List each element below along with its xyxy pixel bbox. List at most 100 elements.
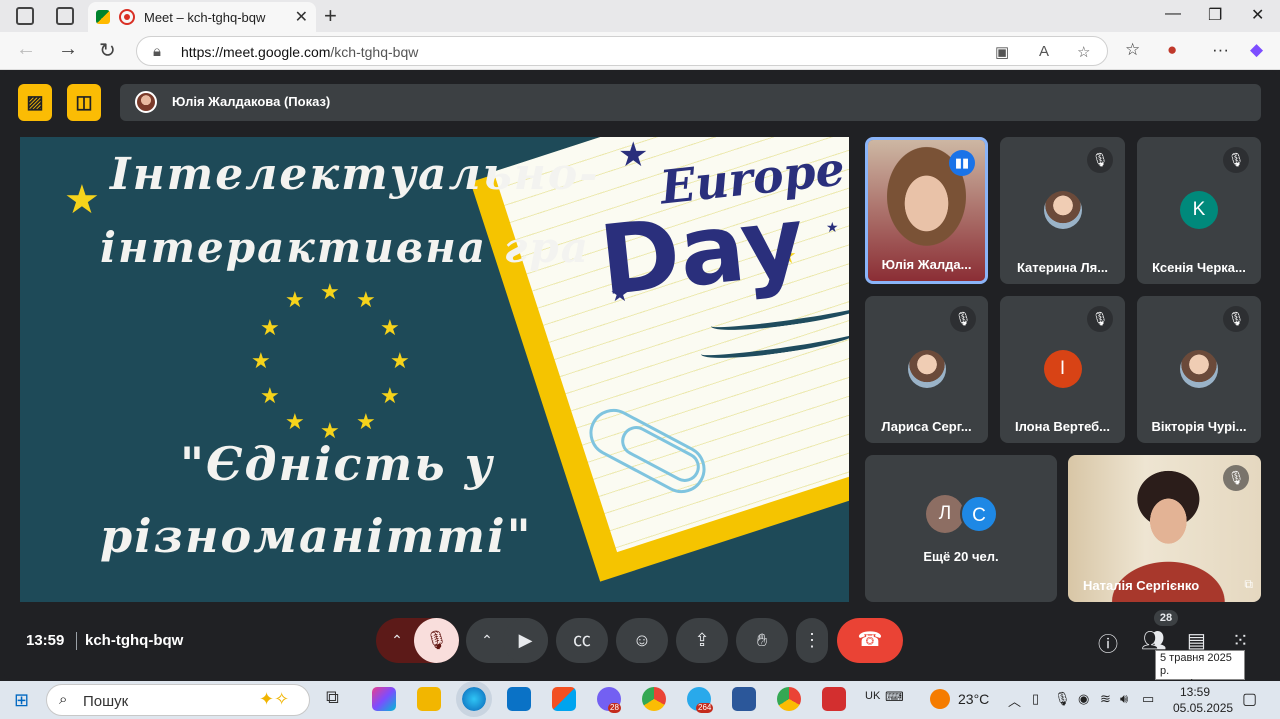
store-icon[interactable] [552,687,576,711]
emoji-icon: ☺ [632,630,652,650]
location-icon[interactable]: ◉ [1078,691,1089,707]
end-call-icon: ☎︎ [857,629,883,651]
outlook-icon[interactable] [507,687,531,711]
weather-temp[interactable]: 23°C [958,691,989,707]
meet-window: ▨ ◫ Юлія Жалдакова (Показ) ★ Інтелектуал… [4,70,1276,679]
keyboard-icon[interactable]: ⌨︎ [885,689,904,705]
mic-tray-icon[interactable]: 🎙︎ [1054,691,1071,707]
mic-off-icon: 🎙︎ [1087,147,1113,173]
reactions-button[interactable]: ☺ [616,618,668,663]
copilot-app-icon[interactable] [372,687,396,711]
back-icon[interactable]: ← [16,38,36,61]
task-view-icon[interactable]: ⧉ [326,687,350,711]
bing-sparkle-icon: ✦✧ [259,689,290,709]
tray-app-icon[interactable]: ▯ [1032,691,1039,707]
telegram-badge: 264 [696,703,714,713]
chrome-profile-icon[interactable] [777,687,801,711]
browser-tab[interactable]: Meet – kch-tghq-bqw ✕ [88,2,316,32]
windows-taskbar: ⊞ ⌕ Пошук ✦✧ ⧉ 28 264 UK ⌨︎ 23°C ︿ ▯ 🎙︎ … [0,681,1280,719]
read-aloud-icon[interactable]: A [1039,43,1049,60]
menu-dots-icon[interactable]: ··· [1212,40,1229,60]
viber-badge: 28 [608,703,621,713]
word-icon[interactable] [732,687,756,711]
acrobat-icon[interactable] [822,687,846,711]
maximize-icon[interactable]: ❐ [1208,5,1222,25]
taskbar-search[interactable]: ⌕ Пошук ✦✧ [46,684,310,716]
camera-control[interactable]: ⌃ ▶ [466,618,548,663]
windows-start-icon[interactable]: ⊞ [14,690,29,711]
mic-off-icon[interactable]: 🎙︎ [414,618,459,663]
minimize-icon[interactable]: — [1165,5,1181,23]
close-tab-icon[interactable]: ✕ [295,7,308,27]
stop-presenting-button[interactable]: ▨ [18,84,52,121]
favorites-icon[interactable]: ☆ [1125,40,1140,60]
url-text: https://meet.google.com/kch-tghq-bqw [181,44,419,60]
workspaces-icon[interactable] [16,7,34,25]
avatar: I [1043,350,1082,388]
layout-button[interactable]: ◫ [67,84,101,121]
participant-tile[interactable]: 🎙︎ I Ілона Вертеб... [1000,296,1125,443]
volume-icon[interactable]: 🔊︎ [1120,691,1128,707]
meeting-info-icon[interactable]: ⓘ [1098,628,1118,657]
participant-tile[interactable]: 🎙︎ Катерина Ля... [1000,137,1125,284]
taskbar-date[interactable]: 05.05.2025 [1173,701,1233,715]
tab-actions-icon[interactable] [56,7,74,25]
captions-button[interactable]: ㏄ [556,618,608,663]
url-field[interactable]: 🔒︎ https://meet.google.com/kch-tghq-bqw … [136,36,1108,66]
slide-subtitle-line2: різноманітті" [100,509,533,563]
lock-icon[interactable]: 🔒︎ [153,43,161,60]
tab-title: Meet – kch-tghq-bqw [144,10,266,25]
layout-icon: ◫ [75,92,93,112]
microphone-control[interactable]: ⌃ 🎙︎ [376,618,459,663]
browser-tab-bar: Meet – kch-tghq-bqw ✕ + — ❐ ✕ [0,0,1280,32]
mic-options-chevron-icon[interactable]: ⌃ [384,618,410,663]
more-options-button[interactable]: ⋮ [796,618,828,663]
date-tooltip: 5 травня 2025 р. понеділок [1155,650,1245,690]
camera-options-chevron-icon[interactable]: ⌃ [474,618,500,663]
extension-icon[interactable]: ● [1167,40,1177,60]
edge-icon[interactable] [456,681,492,717]
participant-name: Катерина Ля... [1016,260,1109,275]
language-indicator[interactable]: UK [865,690,880,702]
wifi-icon[interactable]: ≋ [1100,691,1111,707]
meeting-time: 13:59 [26,632,65,649]
mic-off-icon: 🎙︎ [950,306,976,332]
avatar [135,91,157,113]
forward-icon[interactable]: → [58,38,78,61]
mic-off-icon: 🎙︎ [1223,147,1249,173]
raise-hand-button[interactable]: ✋︎ [736,618,788,663]
participant-tile[interactable]: 🎙︎ Вікторія Чурі... [1137,296,1261,443]
participant-tile[interactable]: 🎙︎ Лариса Серг... [865,296,988,443]
captions-icon: ㏄ [573,630,591,650]
file-explorer-icon[interactable] [417,687,441,711]
pin-tile-icon[interactable]: ⧉ [1244,577,1253,592]
chrome-icon[interactable] [642,687,666,711]
weather-icon[interactable] [930,689,950,709]
new-tab-icon[interactable]: + [324,3,337,29]
notifications-icon[interactable]: ▢ [1242,689,1257,709]
taskbar-clock[interactable]: 13:59 [1180,685,1210,699]
close-window-icon[interactable]: ✕ [1251,5,1264,25]
eu-star-icon: ★ [356,287,376,312]
eu-star-icon: ★ [380,383,400,408]
slide-title-line2: інтерактивна гра [100,223,590,272]
participant-name: Наталія Сергієнко [1083,578,1200,593]
eu-star-icon: ★ [285,409,305,434]
participant-tile-video[interactable]: 🎙︎ Наталія Сергієнко ⧉ [1068,455,1261,602]
participant-name: Юлія Жалда... [881,257,972,272]
camera-icon[interactable]: ▶ [503,618,548,663]
participant-tile[interactable]: 🎙︎ K Ксенія Черка... [1137,137,1261,284]
copilot-icon[interactable]: ◆ [1250,40,1263,60]
camera-in-use-icon[interactable]: ▣ [995,43,1009,61]
participant-tile-speaking[interactable]: ▮▮ Юлія Жалда... [865,137,988,284]
present-button[interactable]: ⇪ [676,618,728,663]
eu-star-icon: ★ [260,315,280,340]
tray-chevron-icon[interactable]: ︿ [1008,691,1021,710]
eu-star-icon: ★ [356,409,376,434]
favorite-star-icon[interactable]: ☆ [1077,43,1090,61]
reload-icon[interactable]: ↻ [99,38,116,63]
battery-icon[interactable]: ▭ [1142,691,1154,707]
day-word: Day [594,184,810,318]
leave-call-button[interactable]: ☎︎ [837,618,903,663]
more-participants-tile[interactable]: Л C Ещё 20 чел. [865,455,1057,602]
